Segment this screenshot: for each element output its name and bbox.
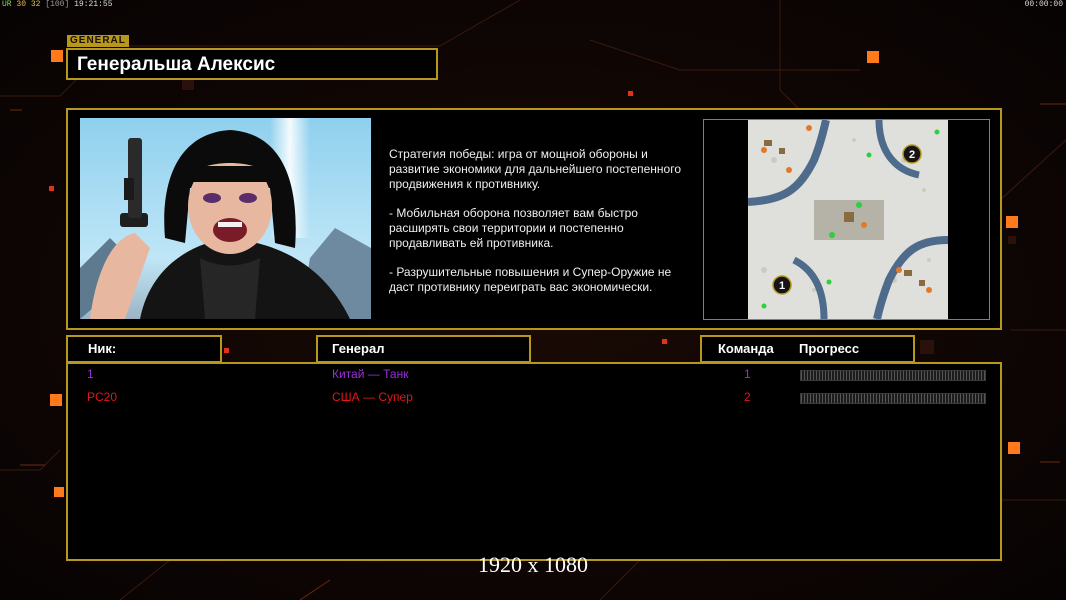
player-nick: 1 [87,367,94,381]
player-row: 1 Китай — Танк 1 [68,367,1000,383]
general-portrait [80,118,371,319]
player-progress-bar [800,370,986,381]
map-preview: 2 1 [703,119,990,320]
header-team-label: Команда [718,341,774,356]
hud-stat-3: [100] [45,0,70,9]
map-slot-2: 2 [909,149,915,161]
header-nick: Ник: [66,335,222,363]
player-general: Китай — Танк [332,367,409,381]
map-slot-1: 1 [779,280,785,292]
player-team: 1 [744,367,751,381]
players-list: 1 Китай — Танк 1 PC20 США — Супер 2 [66,362,1002,561]
header-general-label: Генерал [332,341,385,356]
strategy-paragraph: Стратегия победы: игра от мощной обороны… [389,147,682,191]
player-progress-bar [800,393,986,404]
hud-timer: 00:00:00 [1024,0,1063,9]
strategy-paragraph: - Разрушительные повышения и Супер-Оружи… [389,265,672,294]
general-tag: GENERAL [67,35,129,47]
resolution-label: 1920 x 1080 [478,552,588,577]
header-nick-label: Ник: [88,341,117,356]
player-nick: PC20 [87,390,118,404]
hud-clock: 19:21:55 [74,0,113,9]
player-row: PC20 США — Супер 2 [68,390,1000,406]
strategy-description: Стратегия победы: игра от мощной обороны… [389,147,697,309]
player-team: 2 [744,390,751,404]
hud-stat-2: 32 [30,0,41,9]
header-progress-label: Прогресс [799,341,860,356]
general-name-box: Генеральша Алексис [66,48,438,80]
strategy-paragraph: - Мобильная оборона позволяет вам быстро… [389,206,638,250]
header-general: Генерал [316,335,531,363]
header-team-progress: Команда Прогресс [700,335,915,363]
hud-stat-ur: UR [2,0,12,9]
general-name: Генеральша Алексис [77,54,276,75]
hud-stat-1: 30 [16,0,27,9]
player-general: США — Супер [332,390,413,404]
hud-stats: UR 30 32 [100] 19:21:55 [2,0,113,9]
